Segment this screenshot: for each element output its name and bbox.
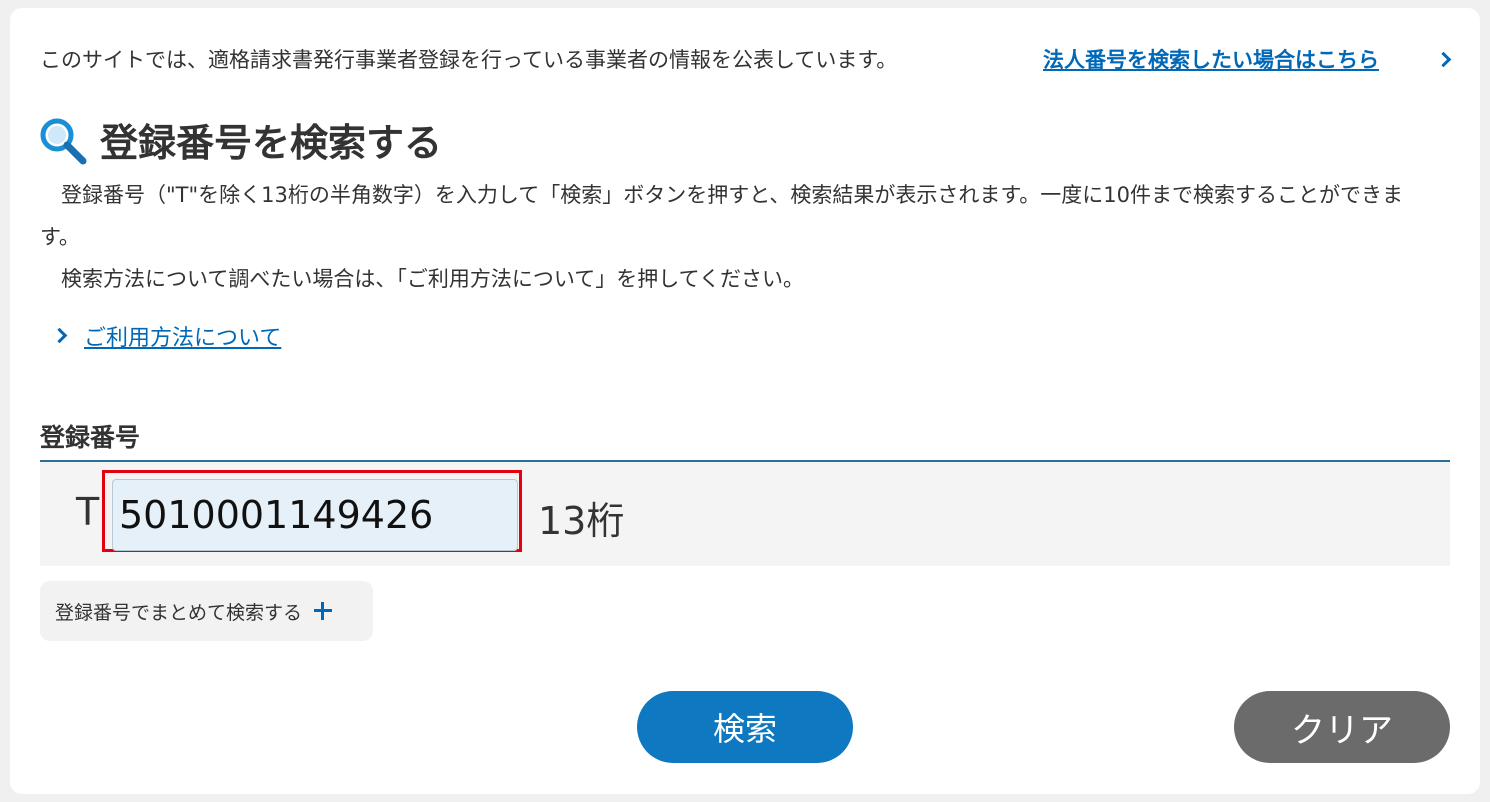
page-title: 登録番号を検索する — [100, 121, 443, 165]
description: 登録番号（"T"を除く13桁の半角数字）を入力して「検索」ボタンを押すと、検索結… — [40, 174, 1440, 300]
corporate-number-search-link[interactable]: 法人番号を検索したい場合はこちら — [1043, 44, 1379, 74]
description-line-2: 検索方法について調べたい場合は、「ご利用方法について」を押してください。 — [40, 267, 804, 291]
usage-guide-link[interactable]: ご利用方法について — [84, 320, 281, 352]
magnifier-icon — [40, 118, 87, 165]
search-panel: このサイトでは、適格請求書発行事業者登録を行っている事業者の情報を公表しています… — [10, 8, 1480, 794]
chevron-right-icon — [1435, 51, 1452, 68]
bulk-search-toggle[interactable]: 登録番号でまとめて検索する — [40, 581, 373, 641]
bulk-search-label: 登録番号でまとめて検索する — [55, 601, 303, 624]
registration-number-row: T 13桁 — [40, 460, 1450, 566]
registration-number-input[interactable] — [112, 479, 518, 551]
plus-icon — [314, 602, 333, 620]
digits-label: 13桁 — [538, 499, 625, 543]
clear-button[interactable]: クリア — [1234, 691, 1450, 763]
registration-number-label: 登録番号 — [40, 423, 141, 452]
search-button[interactable]: 検索 — [637, 691, 853, 763]
chevron-right-icon — [51, 327, 68, 344]
description-line-1: 登録番号（"T"を除く13桁の半角数字）を入力して「検索」ボタンを押すと、検索結… — [40, 183, 1404, 249]
intro-text: このサイトでは、適格請求書発行事業者登録を行っている事業者の情報を公表しています… — [40, 48, 898, 72]
prefix-t: T — [76, 490, 100, 534]
